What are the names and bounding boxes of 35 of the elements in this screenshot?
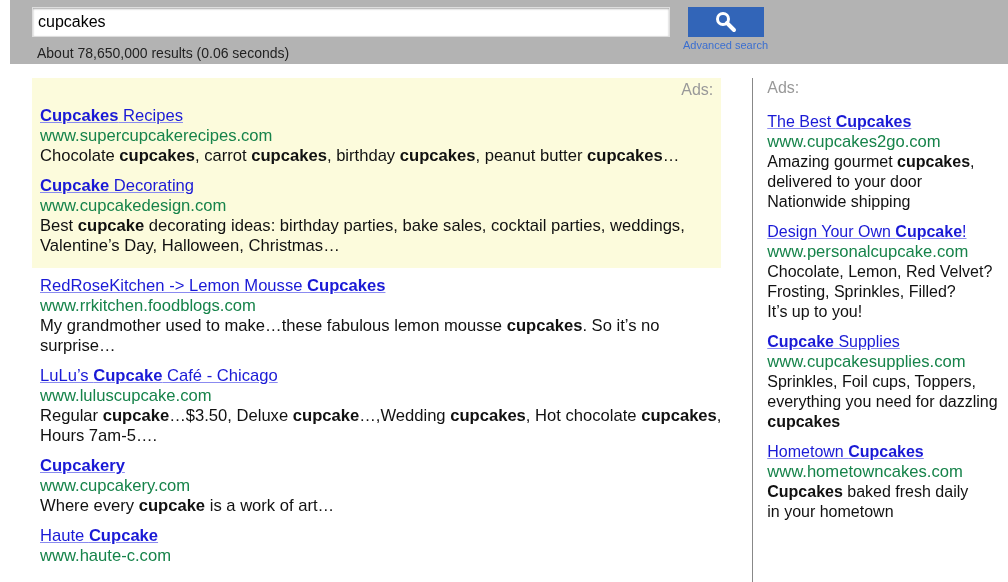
result-title-link[interactable]: Cupcakery xyxy=(40,456,125,475)
result-description: Regular cupcake…$3.50, Deluxe cupcake…,Wedding cupcakes, Hot chocolate cupcakes, Hours 7am-5…. xyxy=(40,406,723,446)
ad-url: www.cupcakesupplies.com xyxy=(767,352,966,371)
ad-description: Sprinkles, Foil cups, Toppers, everything you need for dazzling cupcakes xyxy=(767,372,999,432)
result-description: Where every cupcake is a work of art… xyxy=(40,496,336,516)
ad-title-link[interactable]: Hometown Cupcakes xyxy=(767,443,924,460)
ad-title-link[interactable]: Cupcakes Recipes xyxy=(40,106,183,125)
results-count: About 78,650,000 results (0.06 seconds) xyxy=(37,44,291,63)
ad-url: www.supercupcakerecipes.com xyxy=(40,126,273,145)
search-icon xyxy=(715,11,737,33)
ad-url: www.hometowncakes.com xyxy=(767,462,963,481)
result-description: My grandmother used to make…these fabulous lemon mousse cupcakes. So it’s no surprise… xyxy=(40,316,661,356)
ad-description: Amazing gourmet cupcakes, delivered to your door Nationwide shipping xyxy=(767,152,976,212)
result-url: www.haute-c.com xyxy=(40,546,171,565)
ad-description: Cupcakes baked fresh daily in your hometown xyxy=(767,482,970,522)
ad-title-link[interactable]: The Best Cupcakes xyxy=(767,113,912,130)
result-title-link[interactable]: Haute Cupcake xyxy=(40,526,159,545)
ad-title-link[interactable]: Cupcake Decorating xyxy=(40,176,195,195)
ad-url: www.cupcakedesign.com xyxy=(40,196,227,215)
search-button[interactable] xyxy=(688,7,764,37)
ad-url: www.personalcupcake.com xyxy=(767,242,969,261)
result-url: www.rrkitchen.foodblogs.com xyxy=(40,296,256,315)
result-url: www.luluscupcake.com xyxy=(40,386,212,405)
ad-description: Chocolate, Lemon, Red Velvet? Frosting, Sprinkles, Filled? It’s up to you! xyxy=(767,262,994,322)
ads-label: Ads: xyxy=(681,81,714,98)
search-field[interactable]: cupcakes xyxy=(32,7,670,37)
result-title-link[interactable]: LuLu’s Cupcake Café - Chicago xyxy=(40,366,278,385)
result-title-link[interactable]: RedRoseKitchen -> Lemon Mousse Cupcakes xyxy=(40,276,386,295)
result-url: www.cupcakery.com xyxy=(40,476,190,495)
ad-title-link[interactable]: Cupcake Supplies xyxy=(767,333,900,350)
ad-description: Best cupcake decorating ideas: birthday parties, bake sales, cocktail parties, weddings, Valentine’s Day, Halloween, Christmas… xyxy=(40,216,686,256)
ad-title-link[interactable]: Design Your Own Cupcake! xyxy=(767,223,967,240)
ad-description: Chocolate cupcakes, carrot cupcakes, birthday cupcakes, peanut butter cupcakes… xyxy=(40,146,681,166)
ads-label: Ads: xyxy=(767,79,800,96)
ad-url: www.cupcakes2go.com xyxy=(767,132,941,151)
